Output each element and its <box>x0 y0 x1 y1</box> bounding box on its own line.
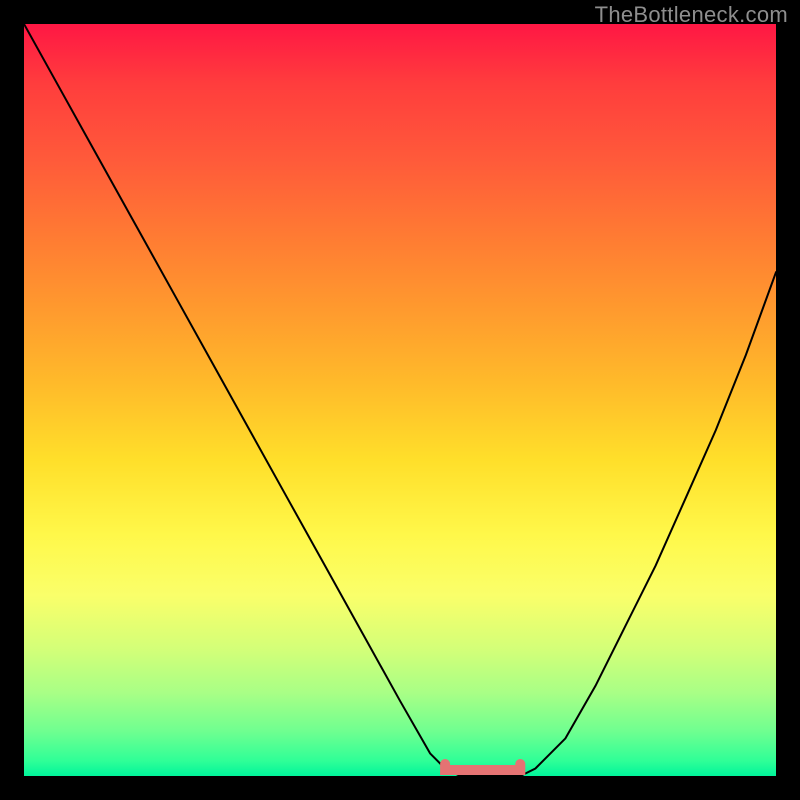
bottleneck-chart: TheBottleneck.com <box>0 0 800 800</box>
flat-region-marker <box>445 764 520 770</box>
chart-curve-layer <box>24 24 776 776</box>
plot-area <box>24 24 776 776</box>
bottleneck-curve-line <box>24 24 776 776</box>
